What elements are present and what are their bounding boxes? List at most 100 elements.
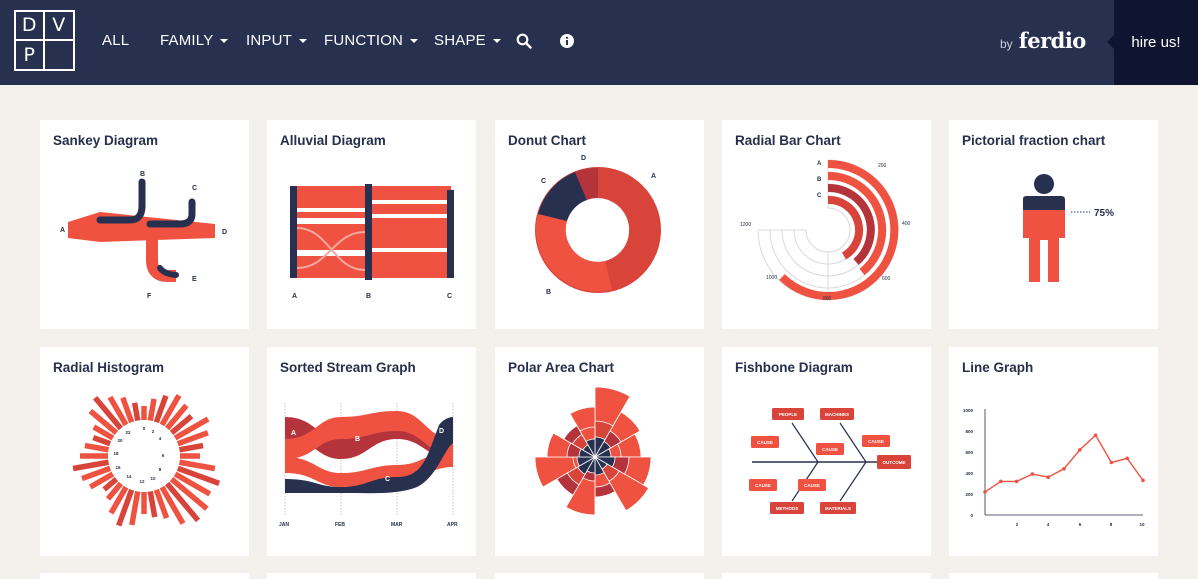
radial-histogram-bar <box>129 490 141 526</box>
nav-all[interactable]: ALL <box>102 32 129 49</box>
line-series <box>984 434 1144 493</box>
card-polar-area-chart[interactable]: Polar Area Chart <box>495 347 704 556</box>
hist-tick-14: 14 <box>126 474 132 479</box>
hist-tick-8: 8 <box>159 467 162 472</box>
sankey-label-c: C <box>192 185 197 192</box>
card-radial-histogram[interactable]: Radial Histogram 0 2 4 6 8 10 12 14 16 1… <box>40 347 249 556</box>
fishbone-label-people: PEOPLE <box>779 412 797 417</box>
line-x-tick: 2 <box>1016 522 1019 527</box>
caret-down-icon <box>299 38 307 43</box>
stream-label-a: A <box>291 430 296 437</box>
sankey-label-e: E <box>192 276 197 283</box>
stream-graph-thumbnail: A B C D JAN FEB MAR APR <box>279 403 458 528</box>
logo-letter-d: D <box>16 12 45 41</box>
stream-tick-feb: FEB <box>335 522 345 528</box>
card-row3-5[interactable] <box>949 573 1158 579</box>
nav-family-label: FAMILY <box>160 32 214 49</box>
line-x-tick: 6 <box>1079 522 1082 527</box>
radial-bar-label-a: A <box>817 161 822 167</box>
line-y-tick: 600 <box>965 450 973 455</box>
hist-tick-0: 0 <box>143 426 146 431</box>
fishbone-label-cause-4: CAUSE <box>755 483 771 488</box>
card-sankey-diagram[interactable]: Sankey Diagram A B C D E F <box>40 120 249 329</box>
line-point <box>1125 456 1129 461</box>
sankey-label-a: A <box>60 227 65 234</box>
stream-label-c: C <box>385 476 390 483</box>
hist-tick-16: 16 <box>115 465 121 470</box>
ferdio-byline[interactable]: by ferdio <box>1000 28 1086 53</box>
logo-empty-cell <box>45 41 74 70</box>
card-row3-3[interactable] <box>495 573 704 579</box>
nav-input-dropdown[interactable]: INPUT <box>246 32 307 49</box>
fishbone-label-methods: METHODS <box>776 506 799 511</box>
ferdio-logo: ferdio <box>1018 28 1087 53</box>
card-alluvial-diagram[interactable]: Alluvial Diagram A B C <box>267 120 476 329</box>
fishbone-label-cause-3: CAUSE <box>868 439 884 444</box>
polar-area-thumbnail <box>534 386 652 516</box>
by-text: by <box>1000 37 1013 51</box>
radial-histogram-bar <box>178 459 216 472</box>
card-donut-chart[interactable]: Donut Chart A B C D <box>495 120 704 329</box>
pictorial-fraction-thumbnail: 75% <box>1023 174 1114 282</box>
card-row3-2[interactable] <box>267 573 476 579</box>
dvp-logo[interactable]: D V P <box>14 10 75 71</box>
caret-down-icon <box>410 38 419 43</box>
stream-label-b: B <box>355 436 360 443</box>
search-icon[interactable] <box>516 33 532 49</box>
hist-tick-10: 10 <box>150 476 156 481</box>
line-graph-thumbnail: 1000 800 600 400 200 0 2 4 6 8 10 <box>963 408 1145 527</box>
line-point <box>1109 460 1114 465</box>
card-row3-1[interactable] <box>40 573 249 579</box>
line-x-tick: 8 <box>1110 522 1113 527</box>
logo-letter-p: P <box>16 40 45 69</box>
hire-us-label: hire us! <box>1131 34 1181 51</box>
caret-down-icon <box>492 38 501 43</box>
radial-histogram-bar <box>72 459 110 472</box>
line-point <box>1141 478 1145 483</box>
hire-us-button[interactable]: hire us! <box>1107 0 1198 85</box>
fishbone-label-cause-2: CAUSE <box>822 447 838 452</box>
radial-bar-tick-200: 200 <box>878 163 887 169</box>
line-point <box>1046 475 1050 479</box>
donut-label-b: B <box>546 289 551 296</box>
fishbone-label-machines: MACHINES <box>825 412 849 417</box>
nav-shape-dropdown[interactable]: SHAPE <box>434 32 501 49</box>
donut-thumbnail: A B C D <box>535 155 661 296</box>
sankey-label-b: B <box>140 171 145 178</box>
radial-bar-tick-800: 800 <box>823 296 832 302</box>
stream-tick-jan: JAN <box>279 522 289 528</box>
card-sorted-stream-graph[interactable]: Sorted Stream Graph A B C D JAN FEB MAR … <box>267 347 476 556</box>
alluvial-label-a: A <box>292 293 297 300</box>
nav-all-label: ALL <box>102 32 130 49</box>
radial-histogram-bar <box>92 434 112 447</box>
alluvial-label-c: C <box>447 293 452 300</box>
line-x-tick: 10 <box>1139 522 1145 527</box>
card-line-graph[interactable]: Line Graph 1000 800 600 400 200 0 2 4 6 … <box>949 347 1158 556</box>
card-row3-4[interactable] <box>722 573 931 579</box>
card-radial-bar-chart[interactable]: Radial Bar Chart A B C 200 400 600 800 1… <box>722 120 931 329</box>
radial-bar-tick-1000: 1000 <box>766 275 777 281</box>
fishbone-thumbnail: PEOPLE MACHINES CAUSE CAUSE CAUSE OUTCOM… <box>749 408 911 514</box>
line-point <box>1093 433 1098 437</box>
radial-bar-tick-1200: 1200 <box>740 222 751 228</box>
hist-tick-6: 6 <box>162 453 165 458</box>
hist-tick-22: 22 <box>125 430 131 435</box>
fishbone-label-outcome: OUTCOME <box>883 460 906 465</box>
card-pictorial-fraction-chart[interactable]: Pictorial fraction chart 75% <box>949 120 1158 329</box>
card-fishbone-diagram[interactable]: Fishbone Diagram PEOPLE MACHINES CAUSE C… <box>722 347 931 556</box>
stream-tick-apr: APR <box>447 522 458 528</box>
alluvial-label-b: B <box>366 293 371 300</box>
radial-histogram-bars <box>72 394 221 527</box>
nav-function-dropdown[interactable]: FUNCTION <box>324 32 419 49</box>
stream-label-d: D <box>439 428 444 435</box>
radial-bar-tick-600: 600 <box>882 276 891 282</box>
hist-tick-2: 2 <box>152 429 155 434</box>
radial-bar-label-b: B <box>817 177 822 183</box>
hist-tick-12: 12 <box>139 479 145 484</box>
nav-family-dropdown[interactable]: FAMILY <box>160 32 229 49</box>
fishbone-label-cause-5: CAUSE <box>804 483 820 488</box>
fraction-value: 75% <box>1094 208 1114 219</box>
info-icon[interactable] <box>560 34 574 48</box>
line-y-tick: 200 <box>965 492 973 497</box>
line-y-tick: 400 <box>965 471 973 476</box>
